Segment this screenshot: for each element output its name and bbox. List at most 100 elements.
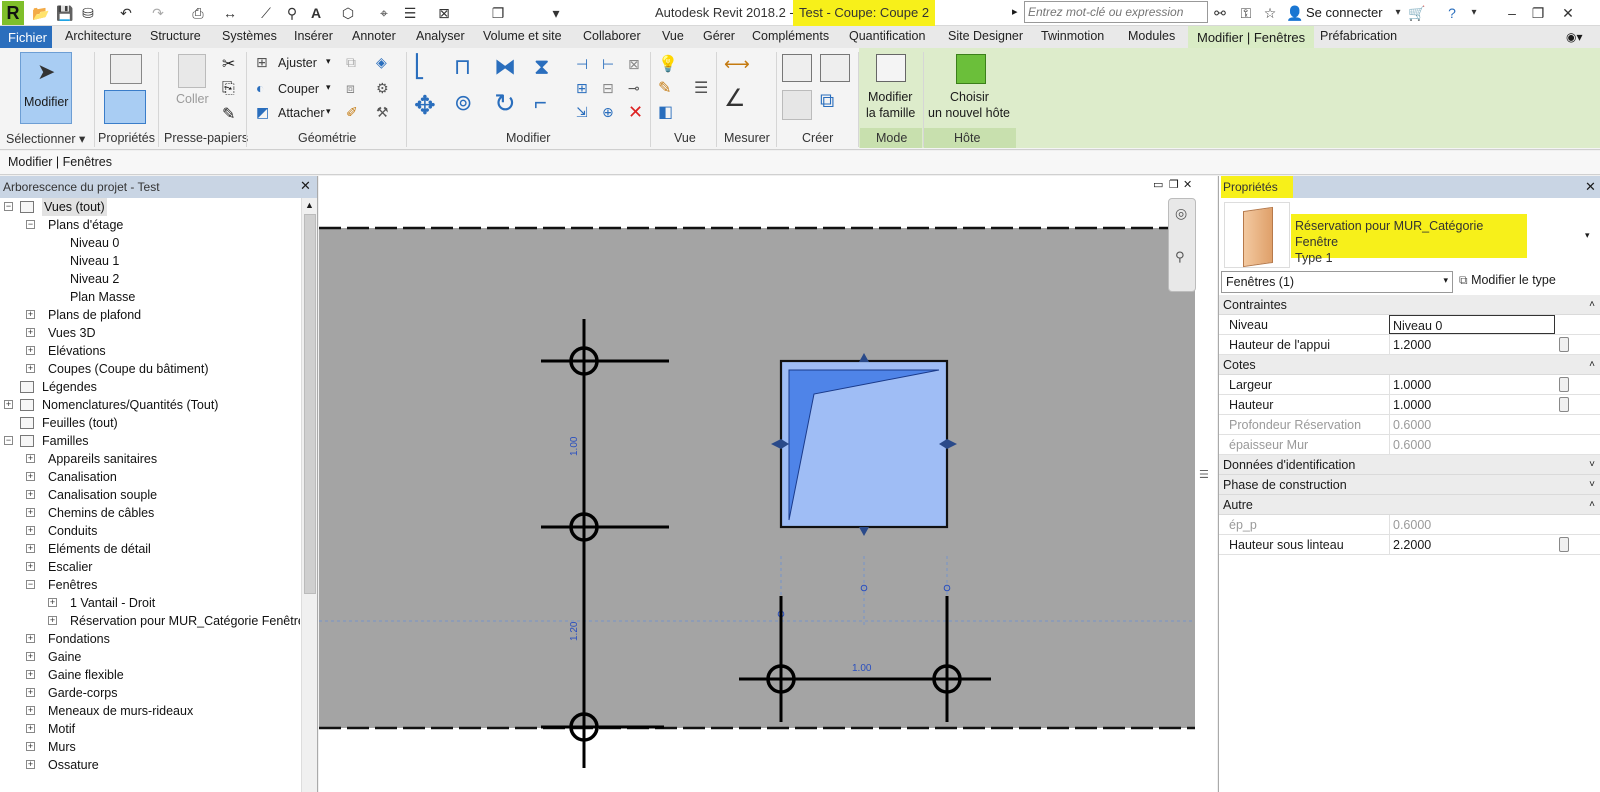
undo-icon[interactable]: ↶ (118, 5, 134, 21)
type-selector-dropdown-icon[interactable]: ▾ (1585, 230, 1590, 241)
align-icon[interactable]: ⎣ (414, 54, 425, 80)
tree-item[interactable]: + Réservation pour MUR_Catégorie Fenêtre (0, 612, 300, 630)
tab-prefabrication[interactable]: Préfabrication (1320, 29, 1397, 43)
paste-icon[interactable] (178, 54, 206, 88)
tree-item[interactable]: + Murs (0, 738, 300, 756)
expand-icon[interactable]: + (26, 562, 35, 571)
tree-item[interactable]: + Plans de plafond (0, 306, 300, 324)
expand-icon[interactable]: + (26, 328, 35, 337)
expand-icon[interactable]: + (26, 346, 35, 355)
tree-item[interactable]: + Motif (0, 720, 300, 738)
beam-join-icon[interactable]: ⚙ (376, 80, 389, 97)
property-group-header[interactable]: Phase de construction ˅ (1219, 475, 1600, 495)
tab-annoter[interactable]: Annoter (352, 29, 396, 43)
modify-select-button[interactable]: ➤ Modifier (20, 52, 72, 124)
expand-icon[interactable]: + (26, 742, 35, 751)
match-properties-icon[interactable]: ✎ (222, 104, 235, 124)
type-selector[interactable]: Réservation pour MUR_Catégorie Fenêtre T… (1221, 200, 1599, 270)
sign-in-link[interactable]: Se connecter (1306, 5, 1383, 20)
tab-site-designer[interactable]: Site Designer (948, 29, 1023, 43)
delete-icon[interactable]: ✕ (628, 102, 643, 123)
tree-item[interactable]: − Familles (0, 432, 300, 450)
create-parts-icon[interactable] (820, 54, 850, 82)
align-dimension-icon[interactable]: ⟋ (258, 5, 274, 21)
scrollbar-thumb[interactable] (304, 214, 316, 594)
tree-item[interactable]: + Appareils sanitaires (0, 450, 300, 468)
property-group-header[interactable]: Cotes ˄ (1219, 355, 1600, 375)
tree-item[interactable]: Légendes (0, 378, 300, 396)
expand-icon[interactable]: + (26, 634, 35, 643)
trim-single-icon[interactable]: ⊢ (602, 56, 614, 73)
measure-distance-icon[interactable]: ⟷ (724, 54, 750, 75)
tree-item[interactable]: + Gaine flexible (0, 666, 300, 684)
copy-icon[interactable]: ⎘ (222, 80, 235, 98)
tab-vue[interactable]: Vue (662, 29, 684, 43)
collapse-chevron-icon[interactable]: ˄ (1589, 355, 1595, 375)
property-value[interactable]: 1.0000 (1389, 375, 1557, 394)
linework-icon[interactable]: ◧ (658, 102, 673, 122)
tab-modules[interactable]: Modules (1128, 29, 1175, 43)
tree-item[interactable]: Plan Masse (0, 288, 300, 306)
paint-icon[interactable]: ✐ (346, 104, 358, 121)
expand-icon[interactable]: + (26, 454, 35, 463)
line-styles-icon[interactable]: ☰ (694, 78, 708, 98)
cope-icon[interactable]: ⊞ (256, 54, 268, 71)
wall-joins-icon[interactable]: ⧉ (346, 54, 356, 71)
steering-wheel-icon[interactable]: ◎ (1175, 205, 1187, 222)
pick-new-host-button[interactable]: Choisir un nouvel hôte (926, 52, 1016, 124)
text-icon[interactable]: A (308, 5, 324, 21)
revit-logo-icon[interactable]: R (2, 1, 24, 25)
expand-icon[interactable]: + (26, 310, 35, 319)
hide-in-view-icon[interactable]: 💡 (658, 54, 678, 74)
hammer-icon[interactable]: ⚒ (376, 104, 389, 121)
tab-quantification[interactable]: Quantification (849, 29, 925, 43)
collapse-icon[interactable]: − (26, 580, 35, 589)
associate-parameter-icon[interactable] (1559, 397, 1569, 412)
move-icon[interactable]: ✥ (414, 90, 436, 121)
drawing-canvas[interactable]: ▭ ❐ ✕ 1.00 1.20 1.00 ◎ ⚲ ☰ (319, 176, 1217, 792)
cut-geometry-icon[interactable]: ◐ (256, 80, 264, 96)
tab-collaborer[interactable]: Collaborer (583, 29, 641, 43)
property-value[interactable]: 2.2000 (1389, 535, 1557, 554)
instance-filter-dropdown[interactable]: Fenêtres (1) ▾ (1221, 271, 1453, 293)
sync-icon[interactable]: ⛁ (80, 5, 96, 21)
split-icon[interactable]: ⊣ (576, 56, 588, 73)
3d-view-icon[interactable]: ⬡ (340, 5, 356, 21)
tree-item[interactable]: + Meneaux de murs-rideaux (0, 702, 300, 720)
mirror-pick-icon[interactable]: ⧓ (494, 54, 516, 80)
tree-item[interactable]: + Nomenclatures/Quantités (Tout) (0, 396, 300, 414)
associate-parameter-icon[interactable] (1559, 537, 1569, 552)
section-view-svg[interactable]: 1.00 1.20 1.00 (319, 176, 1197, 792)
tree-item[interactable]: Feuilles (tout) (0, 414, 300, 432)
cut-icon[interactable]: ✂ (222, 54, 235, 74)
property-group-header[interactable]: Autre ˄ (1219, 495, 1600, 515)
tree-item[interactable]: + Escalier (0, 558, 300, 576)
associate-parameter-icon[interactable] (1559, 337, 1569, 352)
couper-dropdown-icon[interactable]: ▾ (326, 82, 331, 93)
angular-dimension-icon[interactable]: ∠ (724, 84, 746, 113)
sign-in-dropdown-icon[interactable]: ▾ (1390, 5, 1406, 21)
override-graphics-icon[interactable]: ✎ (658, 78, 671, 98)
trim-extend-icon[interactable]: ⌐ (534, 90, 547, 116)
pin-icon[interactable]: ⊕ (602, 104, 614, 121)
edit-type-button[interactable]: ⧉ Modifier le type (1459, 273, 1556, 293)
tag-icon[interactable]: ⚲ (284, 5, 300, 21)
tab-modifier-fenetres[interactable]: Modifier | Fenêtres (1188, 26, 1315, 49)
unpin-icon[interactable]: ⊟ (602, 80, 614, 97)
create-similar-icon[interactable]: ⧉ (820, 90, 834, 113)
collapse-chevron-icon[interactable]: ˄ (1589, 295, 1595, 315)
user-icon[interactable]: 👤 (1286, 5, 1303, 21)
ajuster-dropdown-icon[interactable]: ▾ (326, 56, 331, 67)
tree-item[interactable]: + Gaine (0, 648, 300, 666)
expand-icon[interactable]: + (26, 670, 35, 679)
mirror-draw-icon[interactable]: ⧗ (534, 54, 549, 80)
canvas-splitter-handle[interactable]: ☰ (1199, 468, 1215, 481)
attacher-button[interactable]: Attacher (278, 106, 325, 120)
expand-icon[interactable]: + (26, 760, 35, 769)
collapse-icon[interactable]: − (26, 220, 35, 229)
tab-analyser[interactable]: Analyser (416, 29, 465, 43)
tab-volume-site[interactable]: Volume et site (483, 29, 562, 43)
tree-item[interactable]: Niveau 0 (0, 234, 300, 252)
split-face-icon[interactable]: ⧈ (346, 80, 355, 97)
tree-item[interactable]: + Canalisation souple (0, 486, 300, 504)
